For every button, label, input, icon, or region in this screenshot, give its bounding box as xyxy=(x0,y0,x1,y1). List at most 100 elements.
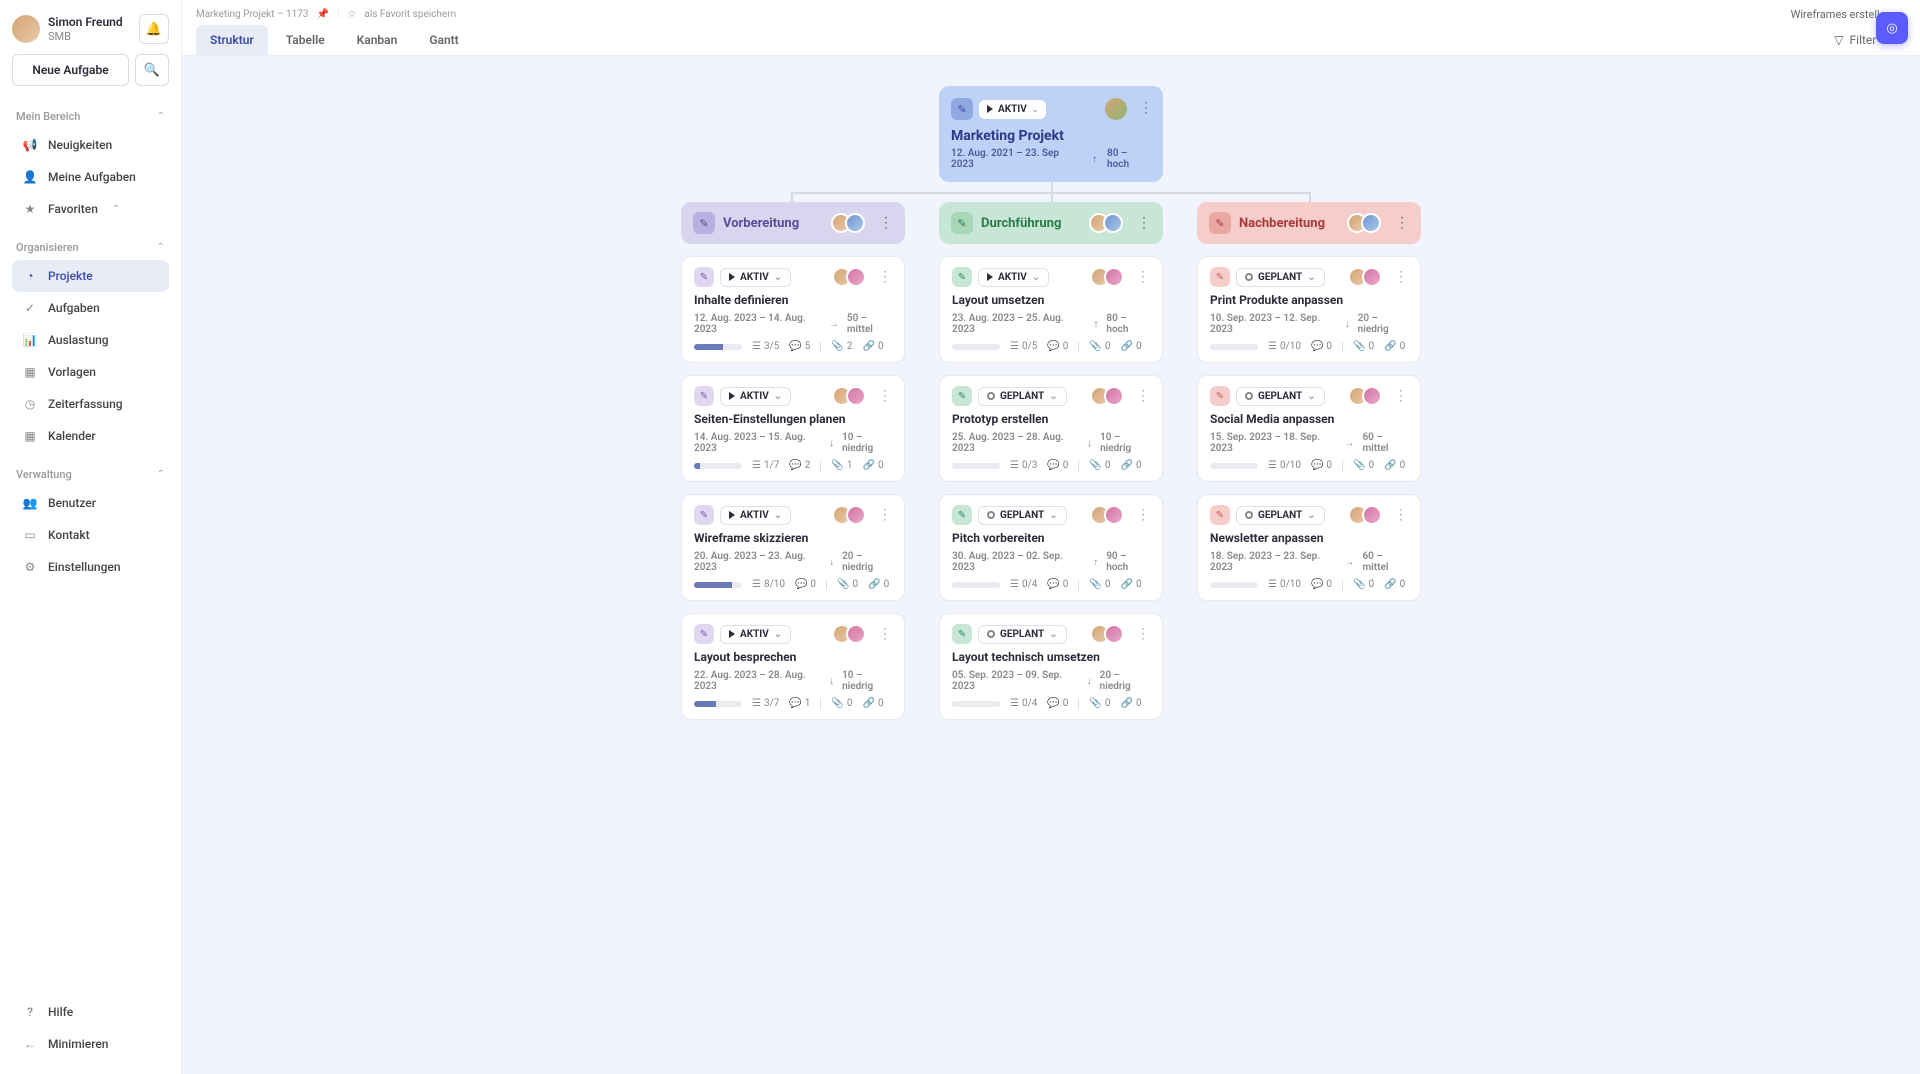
play-icon xyxy=(729,392,735,400)
task-more-button[interactable]: ⋮ xyxy=(878,388,892,404)
task-status-pill[interactable]: AKTIV⌄ xyxy=(720,268,791,287)
task-status-pill[interactable]: GEPLANT⌄ xyxy=(978,506,1067,525)
list-icon: ☰ xyxy=(752,698,761,709)
task-status-pill[interactable]: GEPLANT⌄ xyxy=(978,625,1067,644)
pencil-icon[interactable]: ✎ xyxy=(693,212,715,234)
link-icon: 🔗 xyxy=(1384,341,1396,352)
nav-news[interactable]: 📢Neuigkeiten xyxy=(12,129,169,161)
task-status-pill[interactable]: AKTIV⌄ xyxy=(720,506,791,525)
star-icon[interactable]: ☆ xyxy=(347,9,356,20)
task-card[interactable]: ✎GEPLANT⌄⋮Newsletter anpassen18. Sep. 20… xyxy=(1197,494,1421,601)
checklist-stat: ☰0/3 xyxy=(1010,460,1037,471)
task-status-pill[interactable]: AKTIV⌄ xyxy=(720,387,791,406)
pencil-icon[interactable]: ✎ xyxy=(694,624,714,644)
task-card[interactable]: ✎AKTIV⌄⋮Layout besprechen22. Aug. 2023 –… xyxy=(681,613,905,720)
user-profile[interactable]: Simon Freund SMB 🔔 xyxy=(12,14,169,44)
pencil-icon[interactable]: ✎ xyxy=(1210,505,1230,525)
root-project-card[interactable]: ✎ AKTIV ⌄ Marketing Projekt 12. Aug. 202… xyxy=(939,86,1163,182)
tab-kanban[interactable]: Kanban xyxy=(343,25,412,55)
column-more-button[interactable]: ⋮ xyxy=(879,215,893,231)
pencil-icon[interactable]: ✎ xyxy=(1210,267,1230,287)
pencil-icon[interactable]: ✎ xyxy=(952,267,972,287)
task-more-button[interactable]: ⋮ xyxy=(1394,269,1408,285)
column-title: Nachbereitung xyxy=(1239,216,1339,231)
nav-users[interactable]: 👥Benutzer xyxy=(12,487,169,519)
task-card[interactable]: ✎GEPLANT⌄⋮Layout technisch umsetzen05. S… xyxy=(939,613,1163,720)
favorite-label[interactable]: als Favorit speichern xyxy=(364,9,456,20)
task-priority: 10 – niedrig xyxy=(1100,432,1150,454)
task-card[interactable]: ✎AKTIV⌄⋮Layout umsetzen23. Aug. 2023 – 2… xyxy=(939,256,1163,363)
task-status-pill[interactable]: GEPLANT⌄ xyxy=(1236,268,1325,287)
tab-gantt[interactable]: Gantt xyxy=(415,25,472,55)
task-card[interactable]: ✎AKTIV⌄⋮Wireframe skizzieren20. Aug. 202… xyxy=(681,494,905,601)
task-more-button[interactable]: ⋮ xyxy=(878,626,892,642)
section-myArea[interactable]: Mein Bereich⌃ xyxy=(12,104,169,129)
pencil-icon[interactable]: ✎ xyxy=(694,386,714,406)
nav-tasks[interactable]: 👤Meine Aufgaben xyxy=(12,161,169,193)
pencil-icon[interactable]: ✎ xyxy=(952,505,972,525)
notifications-button[interactable]: 🔔 xyxy=(139,14,169,44)
breadcrumb[interactable]: Marketing Projekt – 1173 xyxy=(196,9,309,20)
nav-workload[interactable]: 📊Auslastung xyxy=(12,324,169,356)
pencil-icon[interactable]: ✎ xyxy=(952,624,972,644)
nav-settings[interactable]: ⚙Einstellungen xyxy=(12,551,169,583)
root-status-pill[interactable]: AKTIV ⌄ xyxy=(979,100,1046,119)
task-more-button[interactable]: ⋮ xyxy=(1136,507,1150,523)
search-button[interactable]: 🔍 xyxy=(135,54,169,86)
task-more-button[interactable]: ⋮ xyxy=(1136,626,1150,642)
task-card[interactable]: ✎GEPLANT⌄⋮Social Media anpassen15. Sep. … xyxy=(1197,375,1421,482)
tab-struktur[interactable]: Struktur xyxy=(196,25,268,55)
task-more-button[interactable]: ⋮ xyxy=(878,507,892,523)
nav-tasks2[interactable]: ✓Aufgaben xyxy=(12,292,169,324)
task-card[interactable]: ✎GEPLANT⌄⋮Print Produkte anpassen10. Sep… xyxy=(1197,256,1421,363)
column-header-2[interactable]: ✎ Nachbereitung ⋮ xyxy=(1197,202,1421,244)
pencil-icon[interactable]: ✎ xyxy=(951,98,973,120)
footer-help[interactable]: ?Hilfe xyxy=(12,996,169,1028)
task-card[interactable]: ✎AKTIV⌄⋮Seiten-Einstellungen planen14. A… xyxy=(681,375,905,482)
pencil-icon[interactable]: ✎ xyxy=(1209,212,1231,234)
nav-contact[interactable]: ▭Kontakt xyxy=(12,519,169,551)
section-admin[interactable]: Verwaltung⌃ xyxy=(12,462,169,487)
nav-time[interactable]: ◷Zeiterfassung xyxy=(12,388,169,420)
nav-favs[interactable]: ★Favoriten⌃ xyxy=(12,193,169,225)
pencil-icon[interactable]: ✎ xyxy=(952,386,972,406)
nav-calendar[interactable]: ▦Kalender xyxy=(12,420,169,452)
pencil-icon[interactable]: ✎ xyxy=(951,212,973,234)
section-organize[interactable]: Organisieren⌃ xyxy=(12,235,169,260)
task-status-pill[interactable]: GEPLANT⌄ xyxy=(1236,506,1325,525)
column-header-1[interactable]: ✎Durchführung⋮ xyxy=(939,202,1163,244)
help-float-button[interactable]: ◎ xyxy=(1876,12,1908,44)
task-more-button[interactable]: ⋮ xyxy=(1136,388,1150,404)
task-more-button[interactable]: ⋮ xyxy=(1394,507,1408,523)
list-icon: ☰ xyxy=(1268,341,1277,352)
pin-icon[interactable]: 📌 xyxy=(317,9,329,20)
filter-button[interactable]: ▽ Filter xyxy=(1834,33,1876,47)
pencil-icon[interactable]: ✎ xyxy=(1210,386,1230,406)
new-task-button[interactable]: Neue Aufgabe xyxy=(12,54,129,86)
pencil-icon[interactable]: ✎ xyxy=(694,267,714,287)
task-card[interactable]: ✎GEPLANT⌄⋮Prototyp erstellen25. Aug. 202… xyxy=(939,375,1163,482)
task-card[interactable]: ✎GEPLANT⌄⋮Pitch vorbereiten30. Aug. 2023… xyxy=(939,494,1163,601)
footer-minimize[interactable]: ←Minimieren xyxy=(12,1028,169,1060)
task-status-pill[interactable]: AKTIV⌄ xyxy=(978,268,1049,287)
checklist-stat: ☰0/10 xyxy=(1268,341,1301,352)
root-more-button[interactable]: ⋮ xyxy=(1139,100,1153,116)
task-more-button[interactable]: ⋮ xyxy=(1394,388,1408,404)
column-more-button[interactable]: ⋮ xyxy=(1395,215,1409,231)
column-header-0[interactable]: ✎Vorbereitung⋮ xyxy=(681,202,905,244)
tab-tabelle[interactable]: Tabelle xyxy=(272,25,339,55)
task-more-button[interactable]: ⋮ xyxy=(878,269,892,285)
task-status-pill[interactable]: AKTIV⌄ xyxy=(720,625,791,644)
pencil-icon[interactable]: ✎ xyxy=(694,505,714,525)
nav-templates[interactable]: ▦Vorlagen xyxy=(12,356,169,388)
task-dates: 25. Aug. 2023 – 28. Aug. 2023 xyxy=(952,432,1079,454)
root-priority: 80 – hoch xyxy=(1107,148,1151,170)
task-card[interactable]: ✎AKTIV⌄⋮Inhalte definieren12. Aug. 2023 … xyxy=(681,256,905,363)
nav-projects[interactable]: ◔Projekte xyxy=(12,260,169,292)
task-status-pill[interactable]: GEPLANT⌄ xyxy=(1236,387,1325,406)
task-status-pill[interactable]: GEPLANT⌄ xyxy=(978,387,1067,406)
column-more-button[interactable]: ⋮ xyxy=(1137,215,1151,231)
arrow-icon: → xyxy=(1344,438,1354,449)
task-more-button[interactable]: ⋮ xyxy=(1136,269,1150,285)
column-2: ✎Nachbereitung⋮✎GEPLANT⌄⋮Print Produkte … xyxy=(1197,202,1421,601)
